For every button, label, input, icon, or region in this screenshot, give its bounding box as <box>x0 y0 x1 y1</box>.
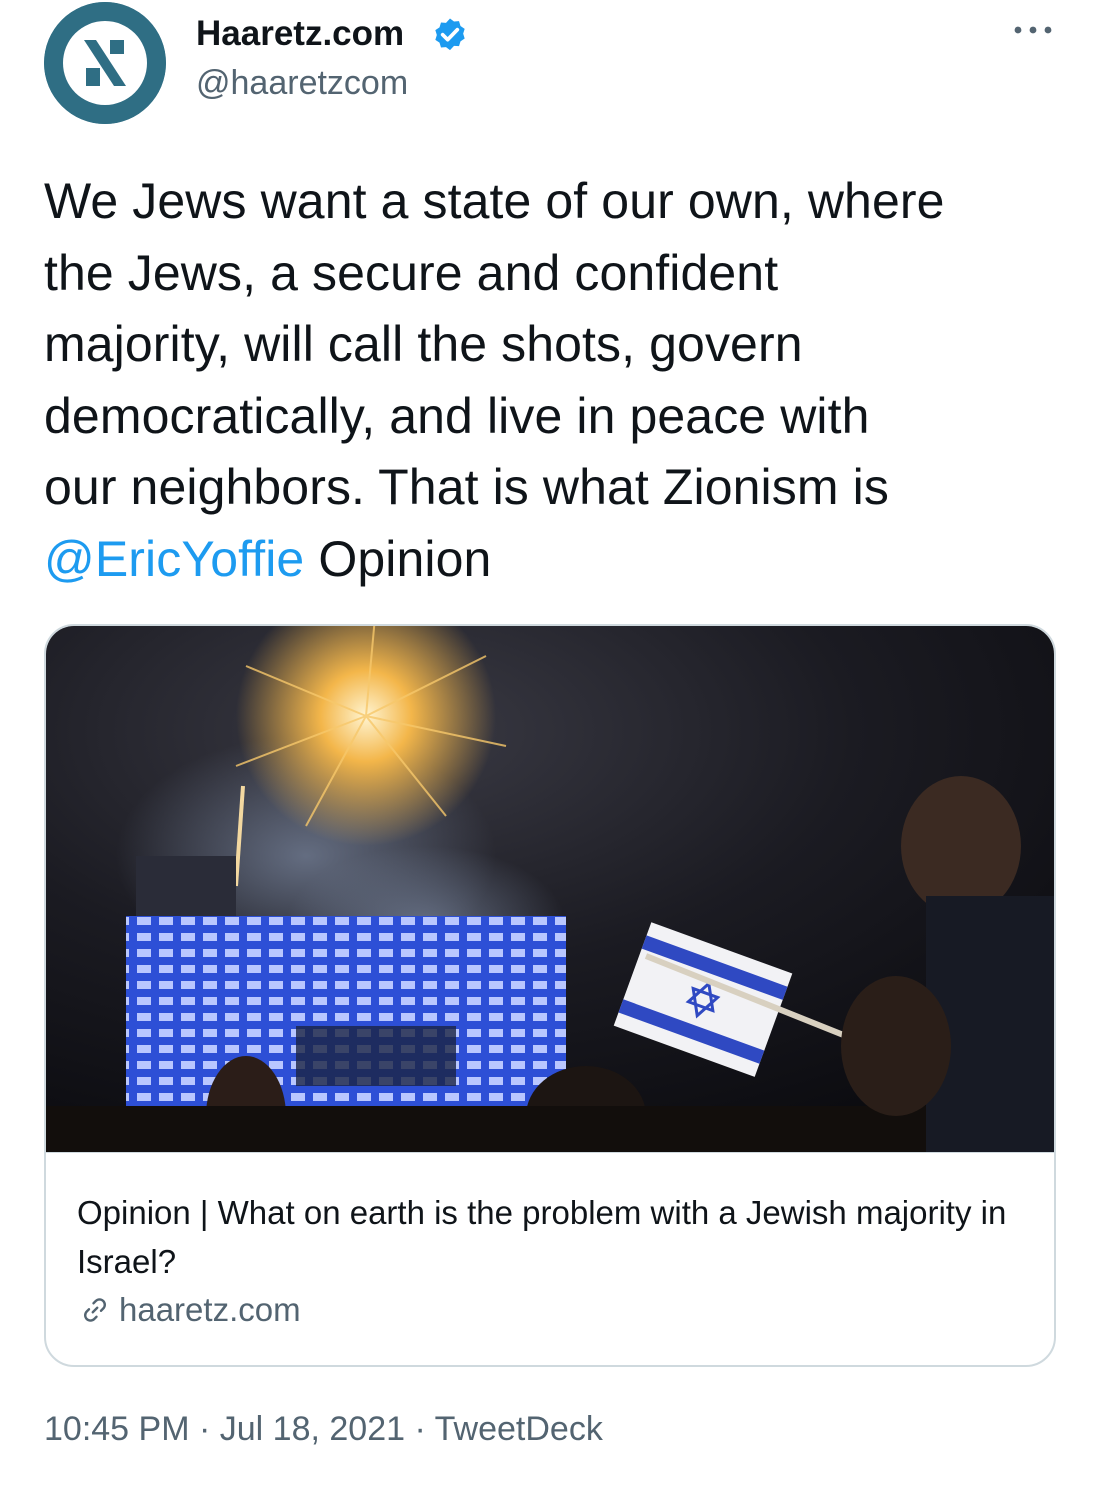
card-title[interactable]: Opinion | What on earth is the problem w… <box>77 1188 1027 1286</box>
tweet-text-line: our neighbors. That is what Zionism is <box>44 459 889 515</box>
card-divider <box>46 1152 1054 1153</box>
tweet-trailing-text: Opinion <box>318 530 492 587</box>
link-card[interactable]: Opinion | What on earth is the problem w… <box>44 624 1056 1367</box>
verified-badge-icon <box>435 18 465 51</box>
card-domain-text: haaretz.com <box>119 1291 301 1328</box>
card-domain[interactable]: haaretz.com <box>77 1288 301 1332</box>
tweet-text-line: democratically, and live in peace with <box>44 387 870 444</box>
tweet-text-last-line: @EricYoffie Opinion <box>44 524 1064 596</box>
tweet-date[interactable]: Jul 18, 2021 <box>220 1410 405 1448</box>
display-name[interactable]: Haaretz.com <box>196 14 404 54</box>
haaretz-logo-icon <box>44 2 166 124</box>
meta-separator: · <box>414 1410 426 1448</box>
tweet-text-line: We Jews want a state of our own, where <box>44 173 945 229</box>
more-options-icon[interactable] <box>1010 18 1056 42</box>
avatar[interactable] <box>44 2 166 124</box>
tweet-source[interactable]: TweetDeck <box>435 1410 603 1448</box>
tweet-time[interactable]: 10:45 PM <box>44 1410 190 1448</box>
tweet-meta: 10:45 PM · Jul 18, 2021 · TweetDeck <box>44 1410 603 1449</box>
tweet-text-line: the Jews, a secure and confident <box>44 244 779 301</box>
meta-separator: · <box>198 1410 211 1448</box>
tweet-text: We Jews want a state of our own, where t… <box>44 166 1064 595</box>
handle[interactable]: @haaretzcom <box>196 64 408 103</box>
card-image[interactable] <box>46 626 1054 1152</box>
link-icon <box>84 1298 106 1322</box>
tweet-text-line: majority, will call the shots, govern <box>44 316 803 372</box>
mention-link[interactable]: @EricYoffie <box>44 531 304 587</box>
